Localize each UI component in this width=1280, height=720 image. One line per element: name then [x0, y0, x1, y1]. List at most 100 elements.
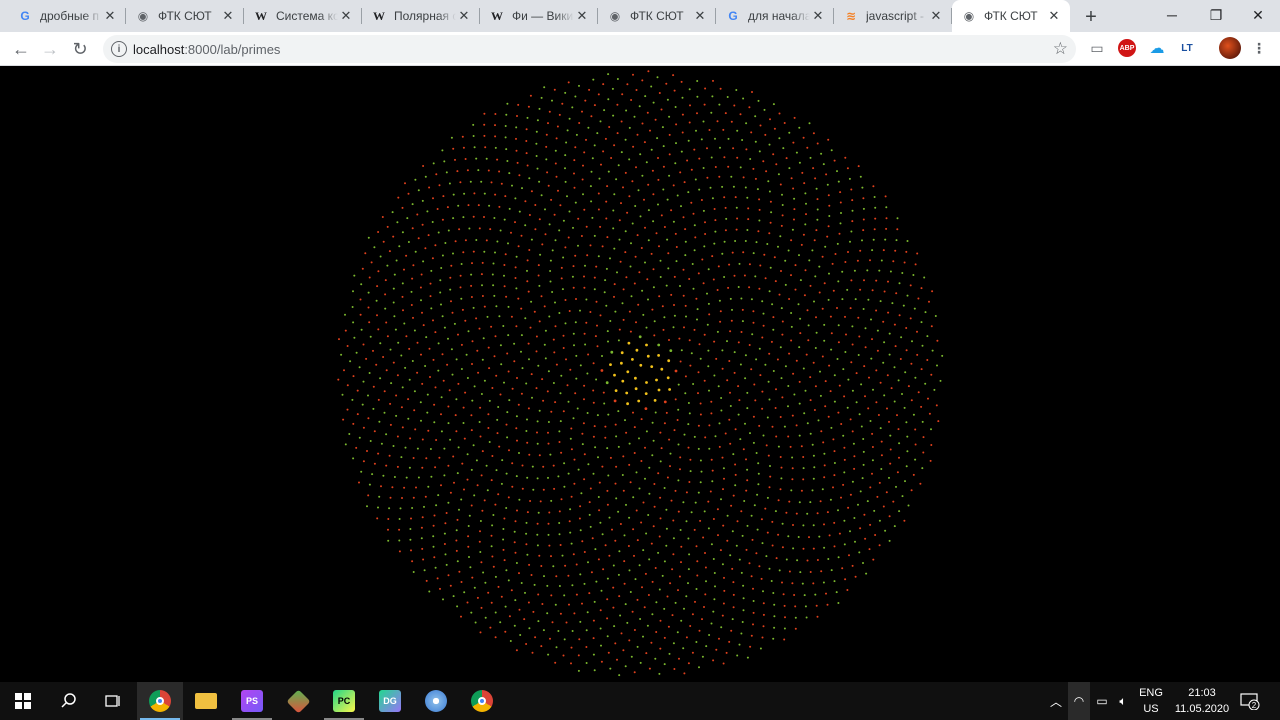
- tab-7[interactable]: G для начала ✕: [716, 0, 834, 32]
- battery-icon[interactable]: ▭: [1092, 682, 1112, 720]
- spiral-dot: [561, 554, 564, 557]
- spiral-dot: [606, 489, 609, 492]
- minimize-button[interactable]: ─: [1150, 0, 1194, 30]
- taskbar-paint[interactable]: [413, 682, 459, 720]
- spiral-dot: [632, 528, 635, 531]
- forward-button[interactable]: →: [37, 36, 63, 62]
- spiral-dot: [537, 274, 540, 277]
- spiral-dot: [644, 446, 646, 449]
- spiral-dot: [815, 331, 818, 334]
- close-icon[interactable]: ✕: [810, 8, 826, 24]
- tab-2[interactable]: ◉ ФТК СЮТ ✕: [126, 0, 244, 32]
- spiral-dot: [837, 602, 840, 604]
- address-bar[interactable]: i localhost:8000/lab/primes ☆: [103, 35, 1076, 63]
- spiral-dot: [853, 455, 856, 458]
- close-icon[interactable]: ✕: [338, 8, 354, 24]
- cloud-icon[interactable]: ☁: [1148, 39, 1166, 57]
- network-icon[interactable]: ◠: [1068, 682, 1090, 720]
- spiral-dot: [722, 524, 725, 527]
- taskbar-git[interactable]: [275, 682, 321, 720]
- close-icon[interactable]: ✕: [102, 8, 118, 24]
- close-icon[interactable]: ✕: [574, 8, 590, 24]
- close-window-button[interactable]: ✕: [1236, 0, 1280, 30]
- bookmark-star-icon[interactable]: ☆: [1053, 39, 1068, 59]
- translate-extension-icon[interactable]: LT: [1178, 39, 1196, 57]
- tab-9-active[interactable]: ◉ ФТК СЮТ ✕: [952, 0, 1070, 32]
- spiral-dot: [631, 180, 634, 183]
- spiral-dot: [920, 368, 923, 371]
- spiral-dot: [449, 584, 452, 587]
- spiral-dot: [541, 603, 544, 605]
- spiral-dot: [530, 300, 533, 303]
- clock[interactable]: 21:03 11.05.2020: [1164, 685, 1240, 717]
- language-indicator[interactable]: ENG US: [1136, 685, 1166, 717]
- tab-3[interactable]: W Система ко ✕: [244, 0, 362, 32]
- volume-icon[interactable]: 🔈︎: [1113, 682, 1133, 720]
- spiral-dot: [739, 363, 742, 366]
- restore-button[interactable]: ❐: [1194, 0, 1238, 30]
- spiral-dot: [891, 302, 894, 305]
- close-icon[interactable]: ✕: [928, 8, 944, 24]
- spiral-dot: [774, 510, 777, 513]
- spiral-dot: [740, 632, 743, 635]
- cast-icon[interactable]: ▭: [1088, 39, 1106, 57]
- spiral-dot: [930, 428, 932, 431]
- spiral-dot: [614, 482, 617, 485]
- spiral-dot: [678, 657, 680, 660]
- spiral-dot: [690, 352, 693, 355]
- spiral-dot: [651, 454, 654, 457]
- new-tab-button[interactable]: +: [1080, 6, 1102, 28]
- spiral-dot: [736, 156, 739, 159]
- taskbar-chrome-2[interactable]: [459, 682, 505, 720]
- spiral-dot: [672, 184, 675, 187]
- tab-8[interactable]: ≋ javascript - ✕: [834, 0, 952, 32]
- info-icon[interactable]: i: [111, 41, 127, 57]
- spiral-dot: [708, 424, 711, 427]
- tab-6[interactable]: ◉ ФТК СЮТ ✕: [598, 0, 716, 32]
- profile-avatar[interactable]: [1219, 37, 1241, 59]
- spiral-dot: [488, 399, 491, 402]
- tab-1[interactable]: G дробные п ✕: [8, 0, 126, 32]
- spiral-dot: [833, 159, 836, 162]
- spiral-dot: [597, 496, 600, 498]
- taskbar-file-explorer[interactable]: [183, 682, 229, 720]
- windows-start-button[interactable]: [0, 682, 46, 720]
- close-icon[interactable]: ✕: [220, 8, 236, 24]
- spiral-dot: [799, 279, 802, 282]
- taskbar-chrome-active[interactable]: [137, 682, 183, 720]
- spiral-dot: [673, 275, 676, 278]
- close-icon[interactable]: ✕: [1046, 8, 1062, 24]
- spiral-dot: [779, 183, 782, 186]
- close-icon[interactable]: ✕: [692, 8, 708, 24]
- spiral-dot: [632, 411, 634, 414]
- spiral-dot: [593, 669, 596, 672]
- reload-button[interactable]: ↻: [67, 36, 93, 62]
- show-hidden-icons-button[interactable]: ︿: [1046, 682, 1066, 720]
- spiral-dot: [446, 363, 449, 366]
- task-view-button[interactable]: [90, 682, 136, 720]
- taskbar-phpstorm[interactable]: PS: [229, 682, 275, 720]
- spiral-dot: [675, 142, 677, 145]
- spiral-dot: [462, 146, 465, 149]
- notifications-button[interactable]: 2: [1238, 682, 1262, 720]
- spiral-dot: [376, 285, 379, 288]
- search-button[interactable]: [46, 682, 92, 720]
- spiral-dot: [823, 476, 826, 479]
- taskbar-datagrip[interactable]: DG: [367, 682, 413, 720]
- url-text[interactable]: localhost:8000/lab/primes: [133, 42, 280, 57]
- spiral-dot: [656, 137, 659, 140]
- tab-4[interactable]: W Полярная с ✕: [362, 0, 480, 32]
- spiral-dot: [390, 382, 393, 385]
- spiral-dot: [483, 134, 486, 137]
- adblock-icon[interactable]: ABP: [1118, 39, 1136, 57]
- taskbar-pycharm[interactable]: PC: [321, 682, 367, 720]
- tab-5[interactable]: W Фи — Вики ✕: [480, 0, 598, 32]
- spiral-dot: [447, 337, 449, 340]
- spiral-dot: [766, 496, 769, 499]
- back-button[interactable]: ←: [8, 36, 34, 62]
- close-icon[interactable]: ✕: [456, 8, 472, 24]
- spiral-dot: [768, 290, 771, 293]
- spiral-dot: [382, 240, 385, 243]
- spiral-dot: [802, 467, 805, 470]
- menu-kebab-icon[interactable]: ⋮: [1250, 39, 1268, 57]
